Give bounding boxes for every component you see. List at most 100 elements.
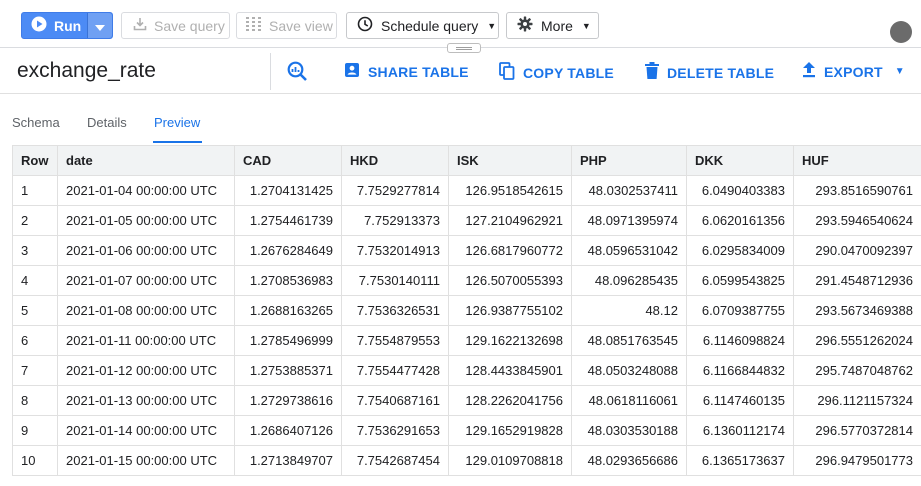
save-view-button[interactable]: Save view [236,12,337,39]
run-button[interactable]: Run [21,12,113,39]
export-button[interactable]: EXPORT ▼ [802,62,905,81]
column-header[interactable]: Row [12,145,58,176]
row-number-cell: 1 [12,175,58,206]
table-cell: 1.2704131425 [234,175,342,206]
table-header-row: Row date CAD HKD ISK PHP DKK HUF [12,145,921,176]
copy-table-button[interactable]: COPY TABLE [499,62,614,83]
table-cell: 6.1146098824 [686,325,794,356]
table-cell: 126.6817960772 [448,235,572,266]
table-cell: 126.9518542615 [448,175,572,206]
table-cell: 2021-01-11 00:00:00 UTC [57,325,235,356]
table-cell: 48.096285435 [571,265,687,296]
table-header-bar: exchange_rate SHARE TABLE COPY TABLE DEL… [0,48,921,94]
row-number-cell: 7 [12,355,58,386]
table-cell: 126.9387755102 [448,295,572,326]
preview-table-container: Row date CAD HKD ISK PHP DKK HUF 1 2021-01-04 00… [12,145,921,476]
schedule-query-button[interactable]: Schedule query ▼ [346,12,499,39]
column-header[interactable]: HUF [793,145,921,176]
table-cell: 6.1365173637 [686,445,794,476]
row-number-cell: 9 [12,415,58,446]
column-header[interactable]: date [57,145,235,176]
trash-icon [645,62,667,83]
row-number-cell: 8 [12,385,58,416]
table-cell: 48.12 [571,295,687,326]
table-row: 5 2021-01-08 00:00:00 UTC 1.2688163265 7.75… [12,295,921,326]
table-cell: 127.2104962921 [448,205,572,236]
delete-table-button[interactable]: DELETE TABLE [645,62,774,83]
table-cell: 128.2262041756 [448,385,572,416]
table-cell: 6.1166844832 [686,355,794,386]
table-cell: 7.752913373 [341,205,449,236]
row-number-cell: 3 [12,235,58,266]
table-cell: 7.7530140111 [341,265,449,296]
table-cell: 48.0596531042 [571,235,687,266]
table-cell: 2021-01-06 00:00:00 UTC [57,235,235,266]
divider [270,53,271,90]
query-toolbar: Run Save query Save view Schedule query … [0,0,921,48]
table-cell: 295.7487048762 [793,355,921,386]
table-cell: 129.1652919828 [448,415,572,446]
column-header[interactable]: PHP [571,145,687,176]
copy-table-label: COPY TABLE [523,64,614,81]
tab-details[interactable]: Details [87,115,127,130]
more-button[interactable]: More ▼ [506,12,599,39]
run-label: Run [54,17,82,34]
table-cell: 2021-01-08 00:00:00 UTC [57,295,235,326]
table-cell: 1.2686407126 [234,415,342,446]
tab-schema[interactable]: Schema [12,115,60,130]
gear-icon [517,16,533,35]
table-cell: 7.7540687161 [341,385,449,416]
share-table-button[interactable]: SHARE TABLE [344,62,469,81]
table-cell: 296.1121157324 [793,385,921,416]
table-name: exchange_rate [17,59,156,82]
query-table-icon [286,60,316,85]
table-cell: 1.2754461739 [234,205,342,236]
table-row: 6 2021-01-11 00:00:00 UTC 1.2785496999 7.75… [12,325,921,356]
download-icon [133,17,147,34]
table-cell: 296.5770372814 [793,415,921,446]
table-cell: 6.0295834009 [686,235,794,266]
table-cell: 7.7554879553 [341,325,449,356]
export-label: EXPORT [824,63,883,80]
query-table-button[interactable] [286,60,316,85]
row-number-cell: 5 [12,295,58,326]
table-cell: 48.0303530188 [571,415,687,446]
save-query-label: Save query [154,17,225,34]
column-header[interactable]: HKD [341,145,449,176]
table-cell: 6.0490403383 [686,175,794,206]
table-cell: 7.7529277814 [341,175,449,206]
schedule-query-label: Schedule query [381,17,479,34]
table-row: 2 2021-01-05 00:00:00 UTC 1.2754461739 7.75… [12,205,921,236]
table-cell: 293.5673469388 [793,295,921,326]
table-cell: 1.2713849707 [234,445,342,476]
tab-preview[interactable]: Preview [154,115,200,130]
save-query-button[interactable]: Save query [121,12,230,39]
run-options-dropdown[interactable] [88,13,112,38]
column-header[interactable]: ISK [448,145,572,176]
table-cell: 7.7536291653 [341,415,449,446]
table-cell: 48.0302537411 [571,175,687,206]
chevron-down-icon [95,18,106,34]
table-cell: 7.7536326531 [341,295,449,326]
chevron-down-icon: ▼ [487,20,497,31]
column-header[interactable]: CAD [234,145,342,176]
table-row: 1 2021-01-04 00:00:00 UTC 1.2704131425 7.75… [12,175,921,206]
table-cell: 48.0293656686 [571,445,687,476]
column-header[interactable]: DKK [686,145,794,176]
table-row: 9 2021-01-14 00:00:00 UTC 1.2686407126 7.75… [12,415,921,446]
table-row: 8 2021-01-13 00:00:00 UTC 1.2729738616 7.75… [12,385,921,416]
run-main[interactable]: Run [22,13,89,38]
table-cell: 48.0503248088 [571,355,687,386]
preview-table: Row date CAD HKD ISK PHP DKK HUF 1 2021-01-04 00… [12,145,921,476]
more-label: More [541,17,573,34]
table-cell: 126.5070055393 [448,265,572,296]
table-cell: 296.9479501773 [793,445,921,476]
table-cell: 6.0620161356 [686,205,794,236]
table-cell: 2021-01-12 00:00:00 UTC [57,355,235,386]
row-number-cell: 2 [12,205,58,236]
table-row: 10 2021-01-15 00:00:00 UTC 1.2713849707 7.7… [12,445,921,476]
row-number-cell: 4 [12,265,58,296]
save-view-label: Save view [269,17,333,34]
table-cell: 129.0109708818 [448,445,572,476]
chevron-down-icon: ▼ [894,66,905,77]
